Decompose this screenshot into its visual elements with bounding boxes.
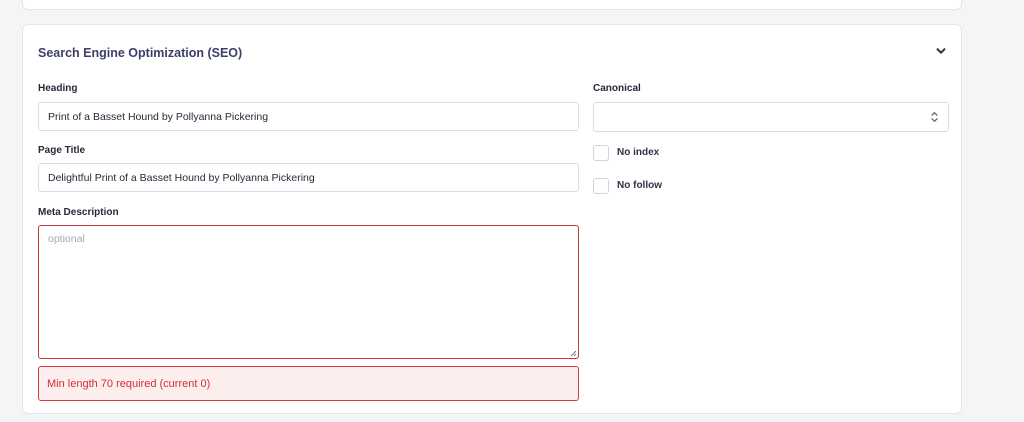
page-title-input[interactable]: Delightful Print of a Basset Hound by Po… (38, 163, 579, 192)
sort-arrows-icon (931, 112, 938, 122)
no-index-checkbox[interactable] (593, 145, 609, 161)
meta-description-placeholder: optional (48, 233, 85, 245)
heading-input[interactable]: Print of a Basset Hound by Pollyanna Pic… (38, 102, 579, 131)
seo-section-card: Search Engine Optimization (SEO) Heading… (22, 24, 962, 414)
resize-handle-icon[interactable] (570, 350, 577, 357)
no-follow-label: No follow (617, 180, 662, 191)
chevron-down-icon[interactable] (935, 45, 947, 57)
page-title-label: Page Title (38, 145, 86, 156)
heading-label: Heading (38, 83, 78, 94)
page-title-input-value: Delightful Print of a Basset Hound by Po… (48, 171, 315, 184)
previous-section-card (22, 0, 962, 10)
heading-input-value: Print of a Basset Hound by Pollyanna Pic… (48, 110, 269, 123)
canonical-select[interactable] (593, 102, 949, 132)
section-title: Search Engine Optimization (SEO) (38, 46, 243, 60)
meta-description-label: Meta Description (38, 207, 119, 218)
meta-description-error: Min length 70 required (current 0) (38, 366, 579, 401)
meta-description-textarea[interactable]: optional (38, 225, 579, 359)
no-index-label: No index (617, 147, 660, 158)
canonical-label: Canonical (593, 83, 641, 94)
no-follow-checkbox[interactable] (593, 178, 609, 194)
